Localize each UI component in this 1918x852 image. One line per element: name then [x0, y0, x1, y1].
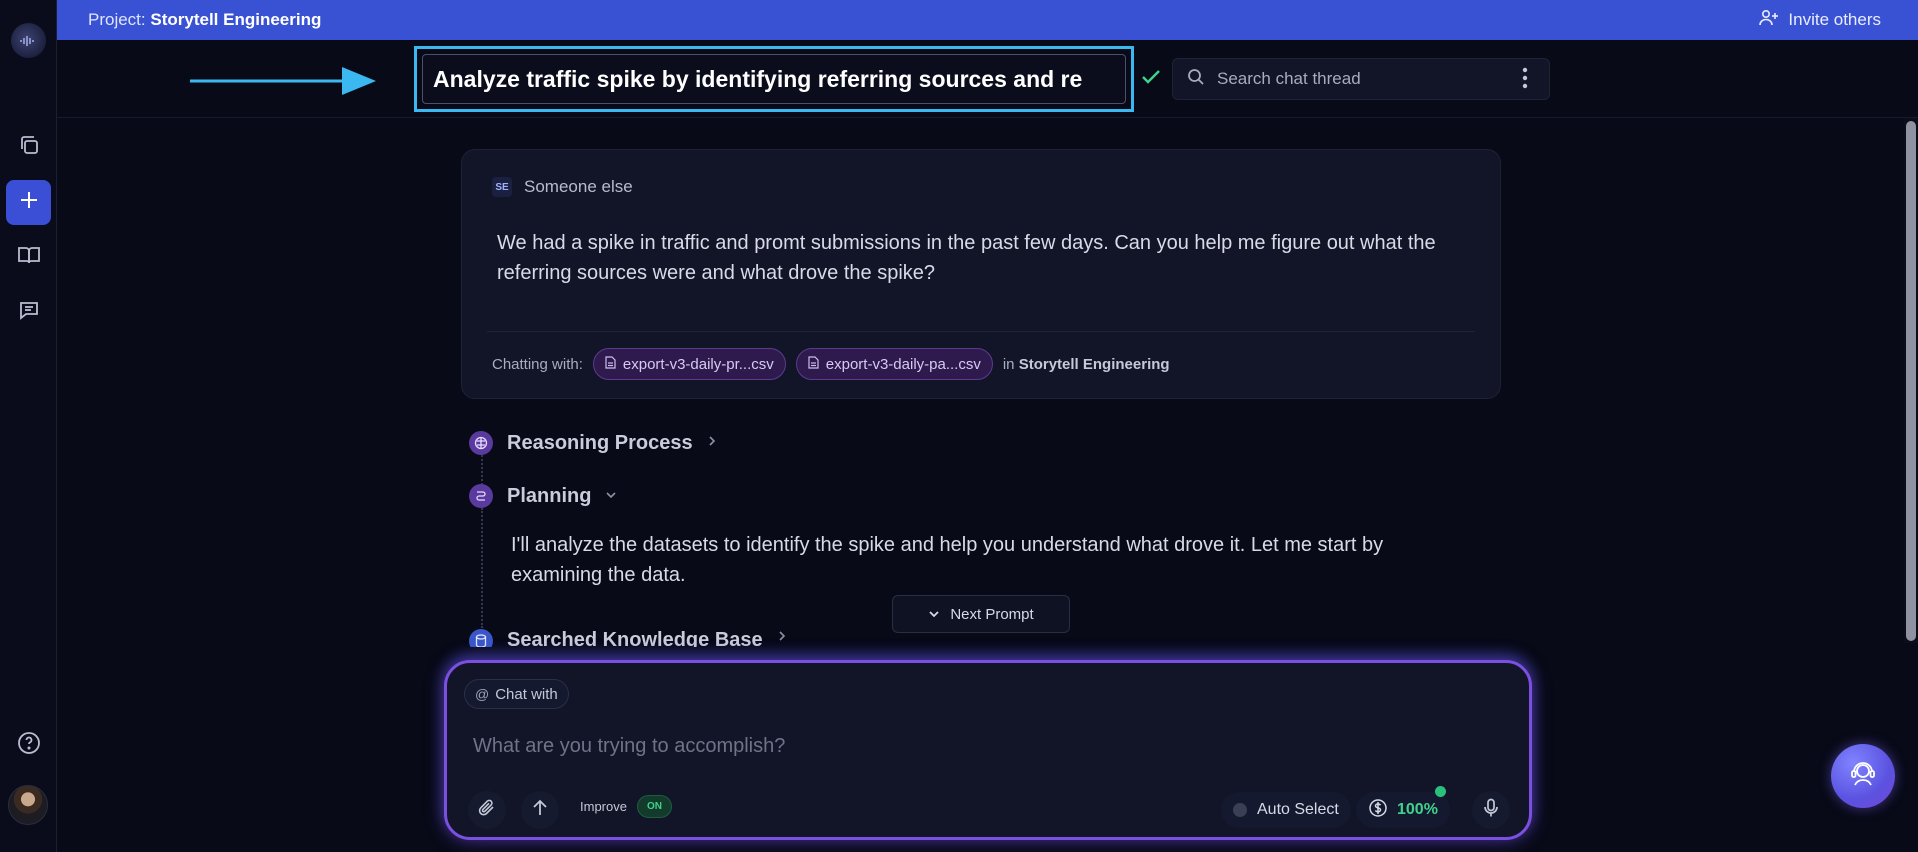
scrollbar-thumb[interactable]: [1906, 121, 1916, 641]
credits-indicator[interactable]: 100%: [1356, 786, 1450, 828]
confirm-title-button[interactable]: [1136, 64, 1166, 94]
new-chat-button[interactable]: [6, 180, 51, 225]
chevron-right-icon: [707, 434, 717, 452]
arrow-up-icon: [532, 799, 548, 822]
headset-user-icon: [1847, 758, 1879, 795]
users-plus-icon: [1759, 9, 1779, 32]
chat-with-button[interactable]: @ Chat with: [464, 679, 569, 709]
chevron-down-icon: [928, 606, 940, 623]
project-prefix: Project:: [88, 10, 146, 29]
chatting-with-label: Chatting with:: [492, 355, 583, 373]
search-input[interactable]: [1217, 69, 1517, 89]
thread-header: [57, 40, 1918, 118]
chat-with-label: Chat with: [495, 685, 558, 703]
invite-others-button[interactable]: Invite others: [1759, 0, 1881, 40]
annotation-arrow-icon: [190, 67, 376, 95]
user-message-card: SE Someone else We had a spike in traffi…: [461, 149, 1501, 399]
planning-label: Planning: [507, 484, 592, 507]
chevron-down-icon: [605, 487, 617, 505]
copy-icon: [18, 134, 40, 161]
microphone-icon: [1483, 798, 1499, 823]
app-logo-icon[interactable]: [11, 23, 46, 58]
chats-nav-button[interactable]: [6, 290, 51, 335]
help-nav-button[interactable]: [6, 723, 51, 768]
prompt-composer: @ Chat with Improve ON Auto Select 10: [444, 660, 1532, 840]
prompt-input[interactable]: [473, 735, 1473, 758]
help-circle-icon: [17, 731, 41, 760]
planning-text: I'll analyze the datasets to identify th…: [511, 534, 1384, 586]
file-chip-label: export-v3-daily-pr...csv: [622, 355, 774, 373]
book-icon: [17, 244, 41, 271]
search-icon: [1187, 68, 1205, 91]
project-name: Storytell Engineering: [150, 10, 322, 29]
attach-button[interactable]: [468, 791, 506, 829]
kebab-menu-icon: [1522, 67, 1528, 94]
status-dot: [1434, 786, 1446, 797]
file-chip-label: export-v3-daily-pa...csv: [825, 355, 981, 373]
dollar-circle-icon: [1368, 798, 1388, 823]
support-agent-button[interactable]: [1831, 744, 1895, 808]
chatting-with-row: Chatting with: export-v3-daily-pr...csv …: [492, 348, 1170, 380]
thread-title-input[interactable]: [422, 54, 1126, 104]
check-icon: [1141, 69, 1161, 90]
in-project-name: Storytell Engineering: [1018, 355, 1170, 373]
card-divider: [487, 331, 1475, 332]
message-text: We had a spike in traffic and promt subm…: [497, 232, 1436, 284]
brain-icon: [469, 431, 493, 455]
plus-icon: [18, 189, 40, 216]
credits-value: 100%: [1397, 801, 1438, 818]
upload-button[interactable]: [521, 791, 559, 829]
file-icon: [605, 355, 616, 373]
step-connector: [481, 508, 483, 628]
model-select-label: Auto Select: [1257, 801, 1339, 818]
next-prompt-label: Next Prompt: [950, 605, 1034, 623]
project-bar: Project: Storytell Engineering Invite ot…: [57, 0, 1918, 40]
more-options-button[interactable]: [1515, 66, 1535, 94]
at-sign-icon: @: [475, 686, 490, 702]
chat-thread-search: [1172, 58, 1550, 100]
next-prompt-button[interactable]: Next Prompt: [892, 595, 1070, 633]
improve-state-badge: ON: [636, 795, 672, 818]
message-icon: [18, 299, 40, 326]
step-connector: [481, 455, 483, 485]
author-initials-badge: SE: [492, 177, 512, 197]
database-icon: [469, 629, 493, 647]
author-name: Someone else: [524, 177, 633, 196]
microphone-button[interactable]: [1472, 791, 1510, 829]
user-avatar[interactable]: [8, 785, 48, 825]
model-select-button[interactable]: Auto Select: [1221, 792, 1351, 828]
project-context: in Storytell Engineering: [1003, 356, 1170, 373]
searched-knowledge-base-label: Searched Knowledge Base: [507, 629, 763, 647]
project-label: Project: Storytell Engineering: [88, 10, 321, 30]
improve-toggle[interactable]: Improve ON: [580, 795, 672, 818]
file-icon: [808, 355, 819, 373]
invite-label: Invite others: [1788, 10, 1881, 29]
file-chip[interactable]: export-v3-daily-pa...csv: [795, 348, 993, 380]
left-rail: [0, 0, 57, 852]
chevron-right-icon: [777, 629, 787, 647]
searched-knowledge-base-step[interactable]: Searched Knowledge Base: [469, 629, 787, 647]
title-highlight: [414, 46, 1134, 112]
threads-nav-button[interactable]: [6, 125, 51, 170]
route-icon: [469, 484, 493, 508]
reasoning-process-label: Reasoning Process: [507, 431, 693, 454]
file-chip[interactable]: export-v3-daily-pr...csv: [592, 348, 786, 380]
reasoning-process-step[interactable]: Reasoning Process: [469, 431, 717, 455]
app-window: Project: Storytell Engineering Invite ot…: [0, 0, 1918, 852]
model-status-dot: [1233, 803, 1247, 817]
message-author: SE Someone else: [492, 177, 633, 197]
improve-label: Improve: [580, 799, 627, 814]
in-label: in: [1002, 355, 1015, 373]
paperclip-icon: [478, 798, 496, 823]
library-nav-button[interactable]: [6, 235, 51, 280]
planning-step[interactable]: Planning: [469, 484, 617, 508]
